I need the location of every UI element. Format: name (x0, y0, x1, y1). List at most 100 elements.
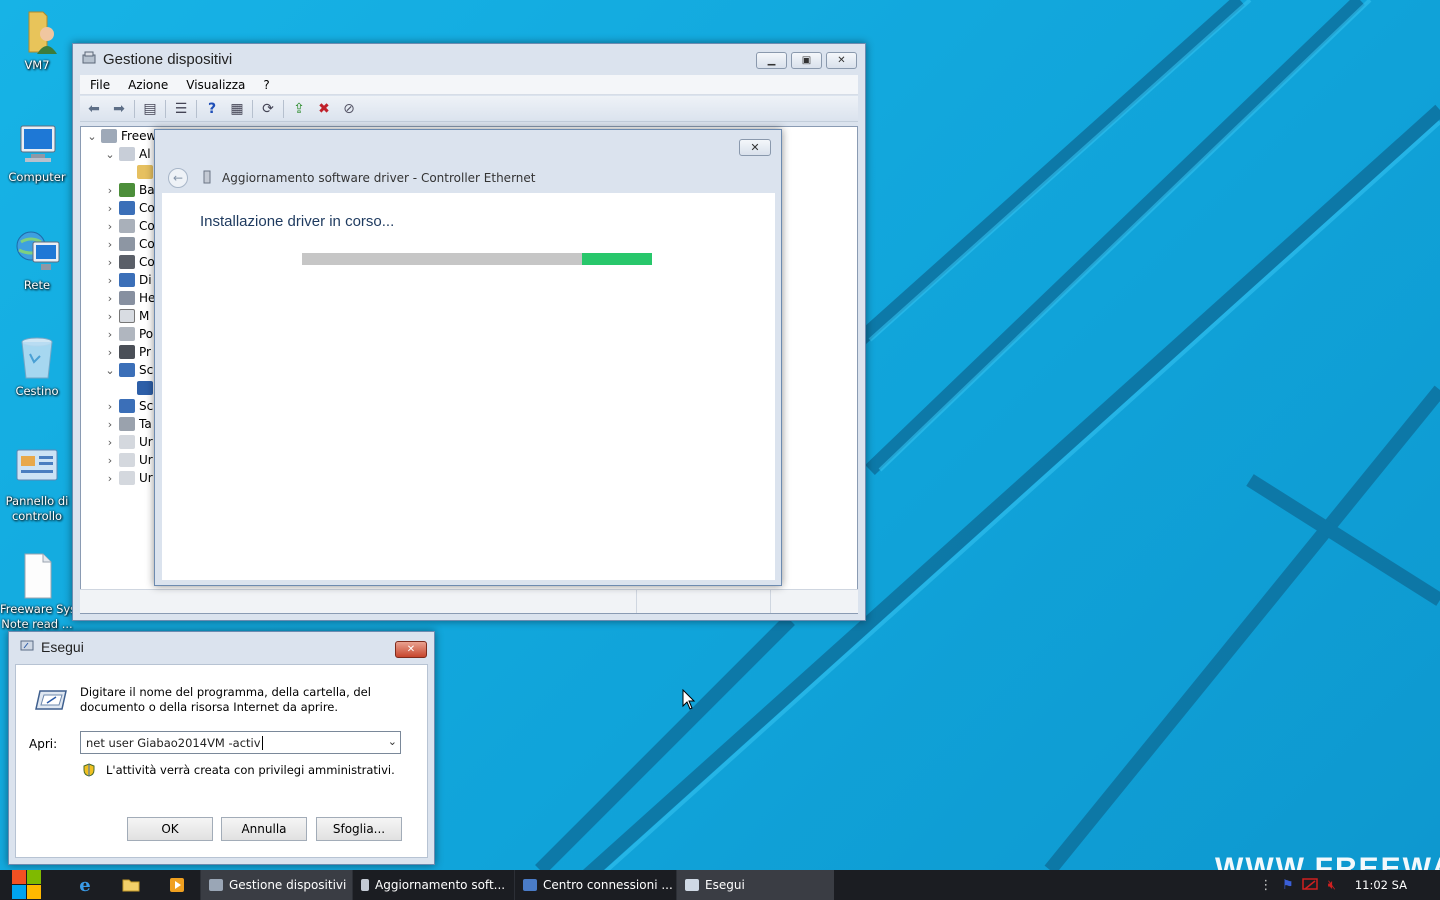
show-hidden-icons-icon[interactable]: ⋮ (1255, 870, 1277, 900)
tree-item[interactable]: ⌄ Freew (85, 127, 156, 145)
start-button[interactable] (0, 870, 52, 900)
desktop-icon-control-panel[interactable]: Pannello di controllo (0, 444, 74, 524)
tree-item-label: Co (139, 219, 155, 233)
file-explorer-button[interactable] (108, 870, 154, 900)
text-file-icon (13, 552, 61, 600)
view-icon[interactable]: ▦ (227, 99, 247, 119)
tree-item[interactable]: › He (103, 289, 155, 307)
watermark-text: WWW.FREEWARESY (1215, 852, 1440, 870)
back-button[interactable]: ← (168, 168, 188, 188)
uninstall-icon[interactable]: ✖ (314, 99, 334, 119)
keyboard-icon (119, 417, 135, 431)
desktop-icon-readme[interactable]: Freeware Sys Note read ... (0, 552, 74, 632)
chevron-right-icon: › (107, 291, 113, 305)
device-manager-titlebar[interactable]: Gestione dispositivi (73, 44, 865, 74)
action-center-flag-icon[interactable]: ⚑ (1277, 870, 1299, 900)
minimize-button[interactable]: ▁ (756, 52, 787, 69)
task-run[interactable]: Esegui (676, 870, 834, 900)
desktop-icon-vm7[interactable]: VM7 (0, 8, 74, 73)
tree-item[interactable]: › Ur (103, 433, 153, 451)
maximize-button[interactable]: ▣ (791, 52, 822, 69)
desktop-icon-label: Computer (8, 170, 66, 184)
menu-file[interactable]: File (90, 78, 110, 92)
volume-muted-icon[interactable]: 🔇︎ (1321, 870, 1343, 900)
tree-item[interactable]: › Co (103, 217, 155, 235)
task-network-center[interactable]: Centro connessioni ... (514, 870, 676, 900)
back-icon[interactable]: ⬅ (84, 99, 104, 119)
open-command-value: net user Giabao2014VM -activ (86, 735, 261, 750)
tree-item[interactable]: ⌄ Sc (103, 361, 153, 379)
properties-icon[interactable]: ☰ (171, 99, 191, 119)
tree-item[interactable]: › Ta (103, 415, 152, 433)
device-manager-icon (209, 879, 223, 891)
tree-item[interactable] (121, 379, 157, 397)
browse-button[interactable]: Sfoglia... (316, 817, 402, 841)
tree-item[interactable]: › Co (103, 199, 155, 217)
desktop-icon-label: VM7 (24, 58, 50, 72)
desktop-icon-network[interactable]: Rete (0, 228, 74, 293)
close-button[interactable]: ✕ (395, 641, 427, 658)
clock[interactable]: 11:02 SA (1355, 878, 1407, 892)
close-icon: ✕ (750, 141, 760, 154)
chevron-right-icon: › (107, 201, 113, 215)
task-driver-update[interactable]: Aggiornamento soft... (352, 870, 514, 900)
ok-button[interactable]: OK (127, 817, 213, 841)
run-dialog: Esegui ✕ Digitare il nome del programma,… (8, 631, 435, 865)
tree-item[interactable]: › Po (103, 325, 153, 343)
network-card-icon (361, 879, 369, 891)
media-player-button[interactable] (154, 870, 200, 900)
menu-view[interactable]: Visualizza (186, 78, 245, 92)
menu-help[interactable]: ? (263, 78, 269, 92)
unknown-device-icon (119, 435, 135, 449)
tree-item[interactable]: › Ur (103, 451, 153, 469)
disable-device-icon[interactable]: ⊘ (339, 99, 359, 119)
status-bar (80, 589, 858, 613)
close-button[interactable]: ✕ (739, 139, 771, 156)
run-titlebar[interactable]: Esegui (9, 632, 434, 662)
tree-item[interactable]: › Sc (103, 397, 153, 415)
task-device-manager[interactable]: Gestione dispositivi (200, 870, 352, 900)
hid-icon (119, 291, 135, 305)
tree-item[interactable] (121, 163, 157, 181)
network-adapter-icon (119, 363, 135, 377)
tree-item[interactable]: › Pr (103, 343, 151, 361)
help-icon[interactable]: ? (202, 99, 222, 119)
ports-icon (119, 327, 135, 341)
tree-item[interactable]: › Co (103, 235, 155, 253)
forward-icon[interactable]: ➡ (109, 99, 129, 119)
network-status-icon[interactable] (1299, 870, 1321, 900)
desktop-icon-computer[interactable]: Computer (0, 120, 74, 185)
tree-item[interactable]: › Di (103, 271, 152, 289)
recycle-bin-icon (13, 334, 61, 382)
tree-item[interactable]: ⌄ Al (103, 145, 151, 163)
close-button[interactable]: ✕ (826, 52, 857, 69)
chevron-right-icon: › (107, 327, 113, 341)
show-hide-console-tree-icon[interactable]: ▤ (140, 99, 160, 119)
tree-item[interactable]: › M (103, 307, 149, 325)
folder-icon (122, 879, 140, 892)
update-driver-icon[interactable]: ⇪ (289, 99, 309, 119)
install-status-text: Installazione driver in corso... (200, 213, 395, 230)
chevron-right-icon: › (107, 345, 113, 359)
chevron-right-icon: › (107, 183, 113, 197)
tree-item[interactable]: › Ur (103, 469, 153, 487)
tree-item-label: Pr (139, 345, 151, 359)
open-command-input[interactable]: net user Giabao2014VM -activ ⌄ (80, 731, 401, 754)
scan-hardware-icon[interactable]: ⟳ (258, 99, 278, 119)
menu-action[interactable]: Azione (128, 78, 168, 92)
internet-explorer-button[interactable]: e (62, 870, 108, 900)
battery-icon (119, 183, 135, 197)
window-title: Gestione dispositivi (103, 50, 233, 68)
usb-controller-icon (119, 255, 135, 269)
toolbar: ⬅ ➡ ▤ ☰ ? ▦ ⟳ ⇪ ✖ ⊘ (80, 96, 858, 122)
cancel-button[interactable]: Annulla (221, 817, 307, 841)
dialog-title: Aggiornamento software driver - Controll… (222, 171, 536, 185)
tree-item[interactable]: › Ba (103, 181, 155, 199)
chevron-right-icon: › (107, 435, 113, 449)
toolbar-separator (165, 99, 166, 118)
chevron-down-icon[interactable]: ⌄ (388, 735, 397, 748)
desktop-icon-label-line2: controllo (11, 509, 63, 523)
desktop-icon-recycle-bin[interactable]: Cestino (0, 334, 74, 399)
tree-item-label: Co (139, 255, 155, 269)
tree-item[interactable]: › Co (103, 253, 155, 271)
